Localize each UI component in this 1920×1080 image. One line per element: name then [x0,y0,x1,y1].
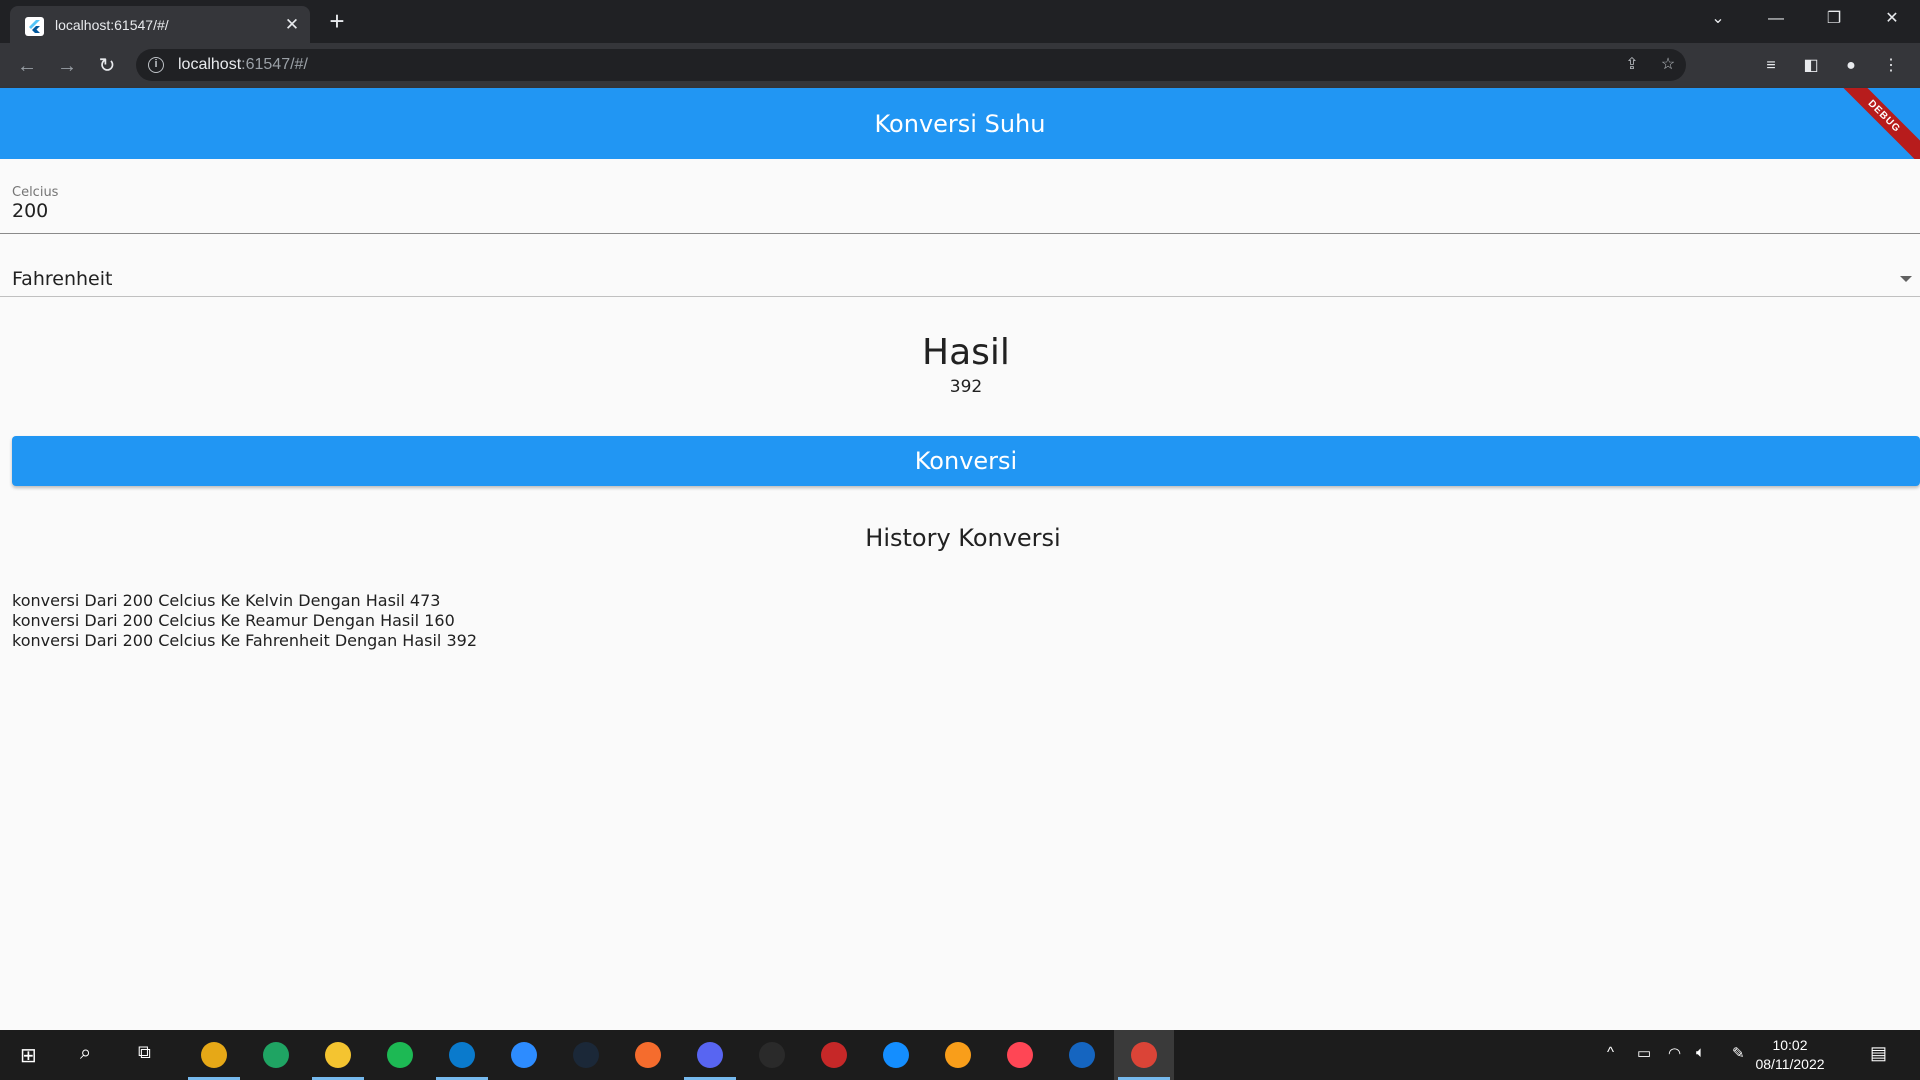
flutter-favicon-icon [25,17,44,36]
battery-icon[interactable]: ▭ [1637,1044,1651,1062]
word-app-icon [1069,1042,1095,1068]
main-content: Celcius 200 Fahrenheit Hasil 392 Konvers… [0,159,1920,1030]
history-item: konversi Dari 200 Celcius Ke Fahrenheit … [12,631,477,650]
url-text: localhost:61547/#/ [178,56,308,73]
history-list: konversi Dari 200 Celcius Ke Kelvin Deng… [12,591,477,651]
taskbar-clock[interactable]: 10:02 08/11/2022 [1745,1036,1835,1074]
game-app-icon [821,1042,847,1068]
clock-date: 08/11/2022 [1755,1056,1825,1072]
dropdown-selected-value: Fahrenheit [12,268,113,290]
profile-icon[interactable]: ● [1840,55,1862,77]
tab-search-icon[interactable]: ⌄ [1690,0,1746,40]
task-view-icon[interactable]: ⧉ [138,1042,151,1063]
vscode-taskbar-icon[interactable] [432,1030,492,1080]
overwatch-taskbar-icon[interactable] [928,1030,988,1080]
zoom-icon [511,1042,537,1068]
file-explorer-icon [325,1042,351,1068]
windows-start-icon[interactable]: ⊞ [20,1043,37,1068]
app-title: Konversi Suhu [874,110,1046,138]
overwatch-icon [945,1042,971,1068]
browser-tab-bar: localhost:61547/#/ ✕ + ⌄ — ❐ ✕ [0,0,1920,43]
new-tab-icon[interactable]: + [325,8,349,34]
clock-time: 10:02 [1772,1037,1808,1053]
spotify-icon [387,1042,413,1068]
browser-toolbar: ← → ↻ i localhost:61547/#/ ⇪ ☆ ≡ ◧ ● ⋮ [0,43,1920,88]
back-icon[interactable]: ← [12,51,42,81]
forward-icon[interactable]: → [52,51,82,81]
game-app-taskbar-icon[interactable] [804,1030,864,1080]
history-item: konversi Dari 200 Celcius Ke Reamur Deng… [12,611,455,630]
edge-taskbar-icon[interactable] [246,1030,306,1080]
valorant-icon [1007,1042,1033,1068]
epic-games-icon [759,1042,785,1068]
edge-icon [263,1042,289,1068]
tray-chevron-icon[interactable]: ^ [1607,1044,1614,1061]
side-panel-icon[interactable]: ◧ [1800,55,1822,77]
dropdown-underline [0,296,1920,297]
tab-close-icon[interactable]: ✕ [282,15,302,35]
chrome-profile-icon [201,1042,227,1068]
dropdown-arrow-icon[interactable] [1900,276,1912,282]
share-icon[interactable]: ⇪ [1622,55,1642,75]
media-queue-icon[interactable]: ≡ [1760,55,1782,77]
minimize-icon[interactable]: — [1748,0,1804,40]
steam-taskbar-icon[interactable] [556,1030,616,1080]
celcius-field-label: Celcius [12,185,59,200]
field-underline [0,233,1920,234]
address-bar[interactable]: i localhost:61547/#/ ⇪ ☆ [136,49,1686,81]
history-item: konversi Dari 200 Celcius Ke Kelvin Deng… [12,591,441,610]
epic-games-taskbar-icon[interactable] [742,1030,802,1080]
battle-net-icon [883,1042,909,1068]
discord-taskbar-icon[interactable] [680,1030,740,1080]
menu-kebab-icon[interactable]: ⋮ [1880,55,1902,77]
origin-taskbar-icon[interactable] [618,1030,678,1080]
windows-taskbar: ⊞ ⌕ ⧉ ^ ▭ ◠ 🔈︎ ✎ 10:02 08/11/2022 ▤ [0,1030,1920,1080]
tab-title: localhost:61547/#/ [55,17,169,33]
site-info-icon[interactable]: i [148,57,164,73]
notifications-icon[interactable]: ▤ [1870,1043,1887,1064]
browser-tab[interactable]: localhost:61547/#/ ✕ [10,6,310,43]
spotify-taskbar-icon[interactable] [370,1030,430,1080]
chrome-profile-taskbar-icon[interactable] [184,1030,244,1080]
konversi-button[interactable]: Konversi [12,436,1920,486]
valorant-taskbar-icon[interactable] [990,1030,1050,1080]
reload-icon[interactable]: ↻ [92,51,122,81]
chrome-icon [1131,1042,1157,1068]
result-title: Hasil [922,332,1010,373]
result-value: 392 [949,377,983,397]
zoom-taskbar-icon[interactable] [494,1030,554,1080]
search-icon[interactable]: ⌕ [80,1042,91,1065]
steam-icon [573,1042,599,1068]
chrome-taskbar-icon[interactable] [1114,1030,1174,1080]
celcius-field-value[interactable]: 200 [12,200,48,222]
app-bar: Konversi Suhu DEBUG [0,88,1920,159]
restore-icon[interactable]: ❐ [1806,0,1862,40]
unit-dropdown[interactable]: Fahrenheit [0,259,1920,309]
word-app-taskbar-icon[interactable] [1052,1030,1112,1080]
history-title: History Konversi [865,524,1061,552]
discord-icon [697,1042,723,1068]
file-explorer-taskbar-icon[interactable] [308,1030,368,1080]
vscode-icon [449,1042,475,1068]
bookmark-star-icon[interactable]: ☆ [1658,55,1678,75]
pen-icon[interactable]: ✎ [1732,1044,1745,1062]
close-window-icon[interactable]: ✕ [1864,0,1920,40]
wifi-icon[interactable]: ◠ [1668,1044,1681,1062]
battle-net-taskbar-icon[interactable] [866,1030,926,1080]
volume-icon[interactable]: 🔈︎ [1696,1044,1705,1061]
origin-icon [635,1042,661,1068]
